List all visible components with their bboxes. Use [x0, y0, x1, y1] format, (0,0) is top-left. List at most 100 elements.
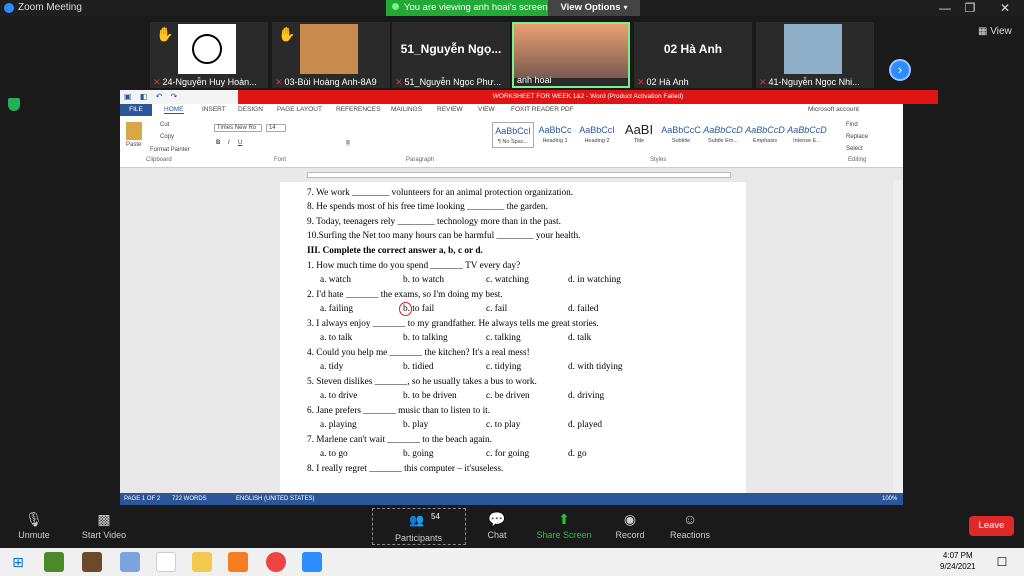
- cut-button[interactable]: Cut: [160, 122, 169, 128]
- zoom-icon[interactable]: [302, 552, 322, 572]
- zoom-logo-icon: [4, 3, 14, 13]
- style-heading-1[interactable]: AaBbCc Heading 1: [534, 122, 576, 148]
- question: 3. I always enjoy _______ to my grandfat…: [307, 319, 599, 329]
- option: b. tidied: [403, 362, 434, 372]
- tab-mailings[interactable]: MAILINGS: [391, 106, 422, 113]
- tab-review[interactable]: REVIEW: [437, 106, 463, 113]
- question: 8. I really regret _______ this computer…: [307, 464, 504, 474]
- style-intense-emphasis[interactable]: AaBbCcD Intense E...: [786, 122, 828, 148]
- meeting-controls: 🎙 Unmute ▩ Start Video 👥 54 Participants 💬…: [0, 505, 1024, 548]
- quick-access-icons[interactable]: ▣ ◧ ↶ ↷: [124, 92, 180, 101]
- participant-name: ✕ 41-Nguyễn Ngọc Nhi...: [759, 77, 860, 87]
- close-icon[interactable]: ✕: [990, 0, 1020, 16]
- next-page-icon[interactable]: ›: [889, 59, 911, 81]
- notifications-icon[interactable]: ☐: [992, 552, 1012, 572]
- ribbon: Paste Cut Copy Format Painter Clipboard …: [120, 116, 903, 168]
- chat-button[interactable]: 💬 Chat: [467, 508, 527, 540]
- option: d. played: [568, 420, 603, 430]
- font-size-select[interactable]: 14: [266, 124, 286, 132]
- find-button[interactable]: Find: [846, 122, 858, 128]
- tab-home[interactable]: HOME: [164, 106, 184, 114]
- document-page[interactable]: 7. We work ________ volunteers for an an…: [280, 182, 746, 493]
- paste-icon[interactable]: [126, 122, 142, 140]
- option: c. tidying: [486, 362, 522, 372]
- align-center-icon[interactable]: ≡: [346, 140, 350, 146]
- file-explorer-icon[interactable]: [192, 552, 212, 572]
- style-emphasis[interactable]: AaBbCcD Emphasis: [744, 122, 786, 148]
- participant-tile[interactable]: ✋ ✕ 03-Bùi Hoàng Anh-8A9: [272, 22, 390, 88]
- doc-line: 10.Surfing the Net too many hours can be…: [307, 231, 581, 241]
- font-name-select[interactable]: Times New Ro: [214, 124, 262, 132]
- vertical-scrollbar[interactable]: [893, 180, 903, 493]
- tab-view[interactable]: VIEW: [478, 106, 495, 113]
- style-subtitle[interactable]: AaBbCcC Subtitle: [660, 122, 702, 148]
- leave-button[interactable]: Leave: [969, 516, 1014, 536]
- participants-icon: 👥: [409, 513, 424, 527]
- screen-share-banner: You are viewing anh hoai's screen View O…: [386, 0, 640, 16]
- doc-line: 9. Today, teenagers rely ________ techno…: [307, 217, 561, 227]
- view-label: View: [990, 26, 1012, 37]
- video-feed: [514, 24, 628, 78]
- option: d. failed: [568, 304, 599, 314]
- tab-insert[interactable]: INSERT: [202, 106, 226, 113]
- zoom-level[interactable]: 100%: [882, 493, 897, 505]
- option: b. going: [403, 449, 434, 459]
- ruler[interactable]: [120, 170, 903, 180]
- option: a. to talk: [320, 333, 353, 343]
- share-status-icon: [392, 3, 399, 10]
- chat-icon: 💬: [488, 511, 506, 527]
- copy-button[interactable]: Copy: [160, 134, 174, 140]
- view-options-button[interactable]: View Options: [548, 0, 640, 16]
- share-screen-button[interactable]: ⬆ Share Screen: [532, 508, 596, 540]
- participant-tile[interactable]: ✋ ✕ 24-Nguyễn Huy Hoàn...: [150, 22, 268, 88]
- view-button[interactable]: ▦ View: [978, 26, 1012, 37]
- unmute-button[interactable]: 🎙 Unmute: [4, 508, 64, 540]
- system-clock[interactable]: 4:07 PM 9/24/2021: [940, 550, 976, 572]
- reactions-icon: ☺: [682, 511, 698, 527]
- participant-name: ✕ 02 Hà Anh: [637, 77, 689, 87]
- minecraft-icon[interactable]: [44, 552, 64, 572]
- viewing-text: You are viewing anh hoai's screen: [404, 2, 548, 13]
- chrome-icon[interactable]: [266, 552, 286, 572]
- tab-page-layout[interactable]: PAGE LAYOUT: [277, 106, 322, 113]
- option: c. for going: [486, 449, 530, 459]
- app-icon[interactable]: [82, 552, 102, 572]
- style-heading-2[interactable]: AaBbCcI Heading 2: [576, 122, 618, 148]
- tab-foxit[interactable]: FOXIT READER PDF: [511, 106, 574, 113]
- language: ENGLISH (UNITED STATES): [236, 496, 315, 502]
- participant-tile-active[interactable]: anh hoai: [512, 22, 630, 88]
- participants-button[interactable]: 👥 54 Participants: [372, 508, 466, 545]
- windows-start-icon[interactable]: ⊞: [8, 552, 28, 572]
- record-button[interactable]: ◉ Record: [600, 508, 660, 540]
- maximize-icon[interactable]: ❐: [955, 0, 985, 16]
- tab-references[interactable]: REFERENCES: [336, 106, 380, 113]
- select-button[interactable]: Select: [846, 146, 863, 152]
- share-screen-icon: ⬆: [558, 511, 570, 527]
- app-icon[interactable]: [120, 552, 140, 572]
- doc-line: 8. He spends most of his free time looki…: [307, 202, 548, 212]
- account-link[interactable]: Microsoft account: [808, 106, 859, 113]
- style-subtle-emphasis[interactable]: AaBbCcD Subtle Em...: [702, 122, 744, 148]
- reactions-button[interactable]: ☺ Reactions: [660, 508, 720, 540]
- paste-button[interactable]: Paste: [126, 142, 141, 148]
- tab-file[interactable]: FILE: [120, 104, 152, 116]
- bold-icon[interactable]: B: [216, 140, 220, 146]
- option: b. to talking: [403, 333, 448, 343]
- app-icon[interactable]: [156, 552, 176, 572]
- app-icon[interactable]: [228, 552, 248, 572]
- underline-icon[interactable]: U: [238, 140, 242, 146]
- option: c. talking: [486, 333, 521, 343]
- italic-icon[interactable]: I: [228, 140, 230, 146]
- style-no-spacing[interactable]: AaBbCcI ¶ No Spac...: [492, 122, 534, 148]
- participant-tile[interactable]: ✕ 41-Nguyễn Ngọc Nhi...: [756, 22, 874, 88]
- question: 7. Marlene can't wait _______ to the bea…: [307, 435, 492, 445]
- participant-tile[interactable]: 02 Hà Anh ✕ 02 Hà Anh: [634, 22, 752, 88]
- start-video-label: Start Video: [81, 530, 127, 540]
- tab-design[interactable]: DESIGN: [238, 106, 263, 113]
- avatar: [178, 24, 236, 74]
- style-title[interactable]: AaBI Title: [618, 122, 660, 148]
- format-painter-button[interactable]: Format Painter: [150, 147, 190, 153]
- participant-tile[interactable]: 51_Nguyễn Ngọ... ✕ 51_Nguyễn Ngọc Phư...: [392, 22, 510, 88]
- replace-button[interactable]: Replace: [846, 134, 868, 140]
- start-video-button[interactable]: ▩ Start Video: [74, 508, 134, 540]
